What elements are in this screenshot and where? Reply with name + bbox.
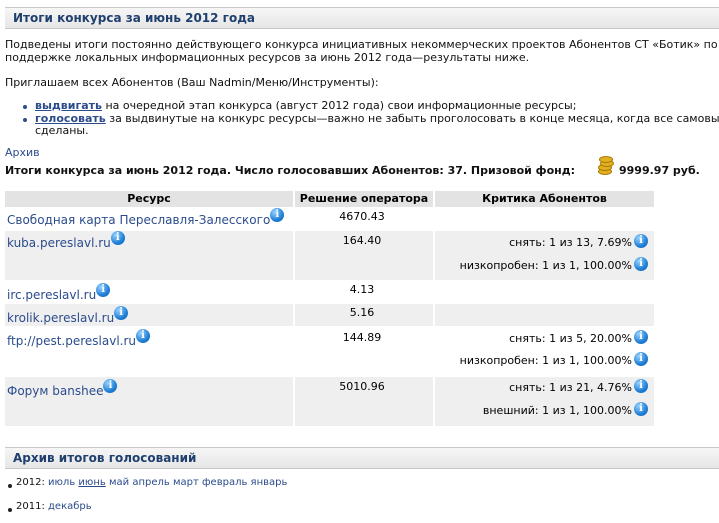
month-link-january[interactable]: январь	[251, 477, 288, 488]
resource-cell: Свободная карта Переславля-Залесского i	[7, 208, 285, 227]
info-icon[interactable]: i	[634, 257, 648, 271]
column-divider	[433, 208, 435, 426]
archive-year-2011: 2011: декабрь	[16, 501, 92, 512]
critique-entry: низкопробен: 1 из 1, 100.00%	[459, 259, 632, 272]
section-header-archive: Архив итогов голосований	[5, 447, 719, 469]
resource-cell: Форум banshee i	[7, 379, 118, 398]
critique-entry: снять: 1 из 5, 20.00%	[509, 332, 632, 345]
prize-fund: 9999.97 руб.	[619, 164, 700, 177]
resource-link[interactable]: irc.pereslavl.ru	[7, 288, 96, 302]
resource-link[interactable]: kuba.pereslavl.ru	[7, 236, 111, 250]
critique-entry: низкопробен: 1 из 1, 100.00%	[459, 354, 632, 367]
year-label: 2011:	[16, 501, 45, 512]
info-icon[interactable]: i	[634, 402, 648, 416]
section-title: Архив итогов голосований	[13, 451, 197, 465]
month-link-may[interactable]: май	[109, 477, 129, 488]
month-link-april[interactable]: апрель	[132, 477, 169, 488]
month-link-july[interactable]: июль	[48, 477, 75, 488]
month-link-february[interactable]: февраль	[202, 477, 247, 488]
info-icon[interactable]: i	[634, 352, 648, 366]
bullet-dot	[23, 105, 27, 109]
results-summary: Итоги конкурса за июнь 2012 года. Число …	[5, 164, 576, 177]
info-icon[interactable]: i	[270, 208, 285, 222]
resource-cell: ftp://pest.pereslavl.ru i	[7, 329, 151, 348]
section-title: Итоги конкурса за июнь 2012 года	[13, 11, 255, 25]
resource-cell: irc.pereslavl.ru i	[7, 283, 111, 302]
decision-cell: 144.89	[342, 331, 382, 344]
intro-line-2: поддержке локальных информационных ресур…	[5, 51, 530, 64]
info-icon[interactable]: i	[634, 234, 648, 248]
month-link-december[interactable]: декабрь	[48, 501, 92, 512]
resource-cell: kuba.pereslavl.ru i	[7, 231, 125, 250]
critique-entry: внешний: 1 из 1, 100.00%	[482, 404, 632, 417]
invite-text: Приглашаем всех Абонентов (Ваш Nadmin/Ме…	[5, 76, 379, 89]
resource-link[interactable]: Форум banshee	[7, 384, 103, 398]
info-icon[interactable]: i	[634, 330, 648, 344]
month-link-june[interactable]: июнь	[78, 477, 105, 488]
bullet-text-continued: сделаны.	[35, 124, 89, 137]
archive-link[interactable]: Архив	[5, 146, 40, 159]
archive-year-2012: 2012: июль июнь май апрель март февраль …	[16, 477, 287, 488]
bullet-item-nominate: выдвигать на очередной этап конкурса (ав…	[35, 99, 576, 112]
info-icon[interactable]: i	[103, 379, 118, 393]
col-header-resource: Ресурс	[5, 191, 293, 207]
bullet-text: на очередной этап конкурса (август 2012 …	[101, 99, 577, 112]
bullet-item-vote: голосовать за выдвинутые на конкурс ресу…	[35, 112, 719, 125]
bullet-dot	[8, 484, 12, 488]
resource-link[interactable]: Свободная карта Переславля-Залесского	[7, 213, 270, 227]
decision-cell: 5.16	[349, 306, 375, 319]
section-header-results: Итоги конкурса за июнь 2012 года	[5, 7, 719, 29]
decision-cell: 4670.43	[339, 210, 385, 223]
intro-line-1: Подведены итоги постоянно действующего к…	[5, 38, 718, 51]
col-header-decision: Решение оператора	[295, 191, 433, 207]
info-icon[interactable]: i	[96, 283, 111, 297]
decision-cell: 164.40	[342, 234, 382, 247]
nominate-link[interactable]: выдвигать	[35, 99, 102, 112]
critique-entry: снять: 1 из 13, 7.69%	[509, 236, 632, 249]
info-icon[interactable]: i	[634, 379, 648, 393]
month-link-march[interactable]: март	[173, 477, 199, 488]
bullet-text: за выдвинутые на конкурс ресурсы—важно н…	[105, 112, 719, 125]
resource-link[interactable]: ftp://pest.pereslavl.ru	[7, 334, 136, 348]
decision-cell: 5010.96	[339, 380, 385, 393]
col-header-critique: Критика Абонентов	[435, 191, 654, 207]
info-icon[interactable]: i	[136, 329, 151, 343]
bullet-dot	[8, 508, 12, 512]
year-label: 2012:	[16, 477, 45, 488]
bullet-dot	[23, 118, 27, 122]
resource-link[interactable]: krolik.pereslavl.ru	[7, 311, 114, 325]
coins-icon	[597, 156, 614, 175]
info-icon[interactable]: i	[114, 306, 129, 320]
decision-cell: 4.13	[349, 283, 375, 296]
critique-entry: снять: 1 из 21, 4.76%	[509, 381, 632, 394]
resource-cell: krolik.pereslavl.ru i	[7, 306, 129, 325]
info-icon[interactable]: i	[110, 231, 125, 245]
